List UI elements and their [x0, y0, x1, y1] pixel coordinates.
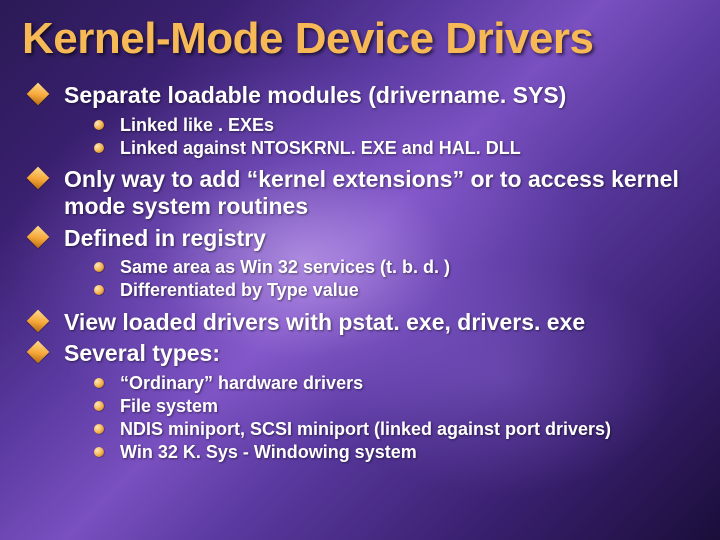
- list-item: Differentiated by Type value: [94, 279, 698, 302]
- list-item: “Ordinary” hardware drivers: [94, 372, 698, 395]
- list-item: Win 32 K. Sys - Windowing system: [94, 441, 698, 464]
- list-item-text: Only way to add “kernel extensions” or t…: [64, 166, 679, 220]
- bullet-list-level2: Same area as Win 32 services (t. b. d. )…: [64, 256, 698, 302]
- list-item-text: Linked against NTOSKRNL. EXE and HAL. DL…: [120, 138, 521, 158]
- diamond-icon: [27, 226, 50, 249]
- diamond-icon: [27, 166, 50, 189]
- list-item-text: Linked like . EXEs: [120, 115, 274, 135]
- list-item-text: Differentiated by Type value: [120, 280, 359, 300]
- dot-icon: [94, 447, 104, 457]
- bullet-list-level2: Linked like . EXEs Linked against NTOSKR…: [64, 114, 698, 160]
- list-item-text: “Ordinary” hardware drivers: [120, 373, 363, 393]
- list-item-text: View loaded drivers with pstat. exe, dri…: [64, 309, 585, 335]
- diamond-icon: [27, 309, 50, 332]
- list-item: NDIS miniport, SCSI miniport (linked aga…: [94, 418, 698, 441]
- list-item: Several types: “Ordinary” hardware drive…: [30, 340, 698, 464]
- list-item-text: Separate loadable modules (drivername. S…: [64, 82, 566, 108]
- list-item-text: Defined in registry: [64, 225, 266, 251]
- list-item-text: Same area as Win 32 services (t. b. d. ): [120, 257, 450, 277]
- list-item-text: NDIS miniport, SCSI miniport (linked aga…: [120, 419, 611, 439]
- list-item: Linked like . EXEs: [94, 114, 698, 137]
- slide-title: Kernel-Mode Device Drivers: [22, 14, 698, 64]
- diamond-icon: [27, 341, 50, 364]
- list-item: Same area as Win 32 services (t. b. d. ): [94, 256, 698, 279]
- dot-icon: [94, 143, 104, 153]
- diamond-icon: [27, 83, 50, 106]
- dot-icon: [94, 378, 104, 388]
- list-item: Linked against NTOSKRNL. EXE and HAL. DL…: [94, 137, 698, 160]
- dot-icon: [94, 424, 104, 434]
- dot-icon: [94, 401, 104, 411]
- list-item-text: File system: [120, 396, 218, 416]
- dot-icon: [94, 262, 104, 272]
- dot-icon: [94, 120, 104, 130]
- list-item: View loaded drivers with pstat. exe, dri…: [30, 309, 698, 337]
- list-item: Separate loadable modules (drivername. S…: [30, 82, 698, 160]
- dot-icon: [94, 285, 104, 295]
- bullet-list-level2: “Ordinary” hardware drivers File system …: [64, 372, 698, 464]
- list-item: File system: [94, 395, 698, 418]
- list-item: Defined in registry Same area as Win 32 …: [30, 225, 698, 303]
- slide: Kernel-Mode Device Drivers Separate load…: [0, 0, 720, 490]
- list-item: Only way to add “kernel extensions” or t…: [30, 166, 698, 221]
- list-item-text: Several types:: [64, 340, 220, 366]
- list-item-text: Win 32 K. Sys - Windowing system: [120, 442, 417, 462]
- bullet-list-level1: Separate loadable modules (drivername. S…: [22, 82, 698, 464]
